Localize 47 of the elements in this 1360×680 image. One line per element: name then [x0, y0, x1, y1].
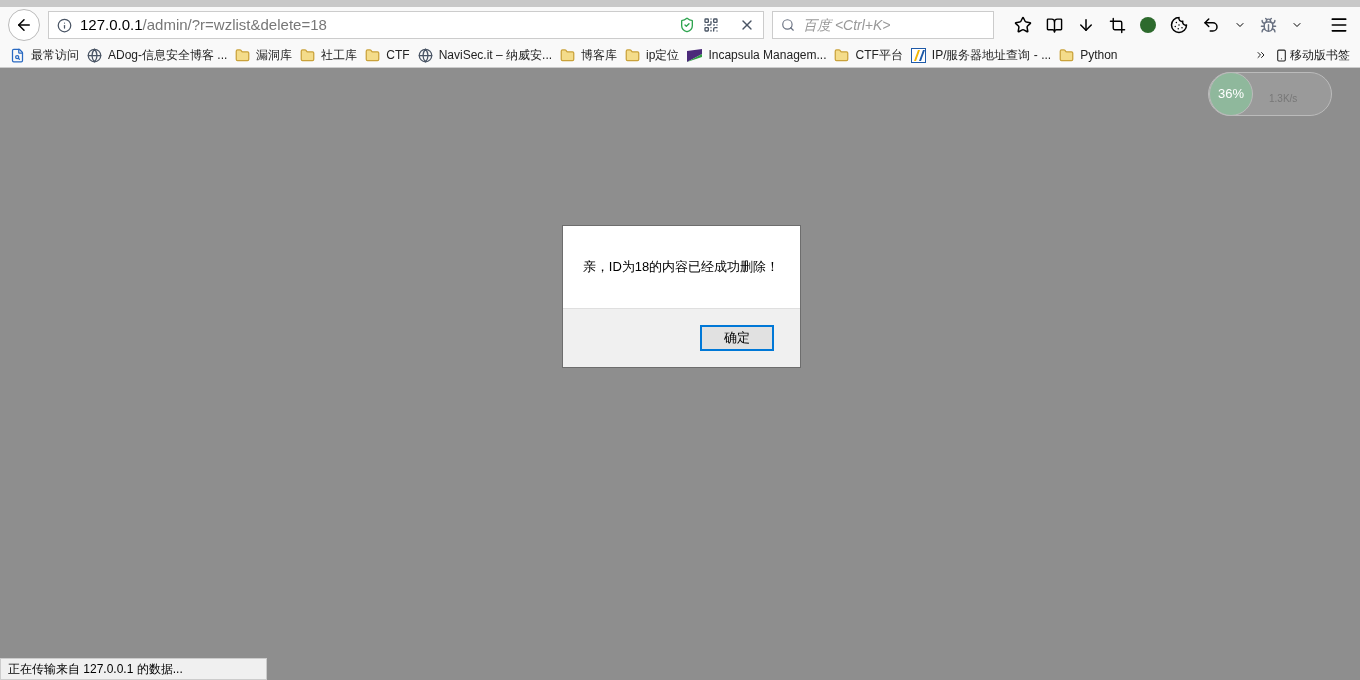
bookmark-link[interactable]: 社工库 — [321, 46, 358, 64]
folder-icon — [834, 47, 850, 63]
status-bar: 正在传输来自 127.0.0.1 的数据... — [0, 658, 267, 680]
bookmark-link[interactable]: Python — [1080, 46, 1118, 64]
address-bar[interactable]: 127.0.0.1/admin/?r=wzlist&delete=18 — [48, 11, 764, 39]
bookmark-link[interactable]: NaviSec.it – 纳威安... — [438, 46, 553, 64]
bookmark-link[interactable]: CTF平台 — [855, 46, 903, 64]
tile-icon — [910, 47, 926, 63]
bookmark-link[interactable]: 博客库 — [581, 46, 618, 64]
globe-icon — [87, 47, 102, 63]
shield-icon[interactable] — [679, 17, 695, 33]
bookmark-link[interactable]: 漏洞库 — [256, 46, 293, 64]
folder-icon — [625, 47, 641, 63]
bookmark-star-icon[interactable] — [1014, 16, 1032, 34]
crop-icon[interactable] — [1109, 16, 1126, 34]
menu-icon[interactable] — [1329, 15, 1349, 35]
bookmark-link[interactable]: IP/服务器地址查询 - ... — [931, 46, 1052, 64]
globe-icon — [417, 47, 433, 63]
undo-icon[interactable] — [1202, 16, 1220, 34]
qr-code-icon[interactable] — [703, 17, 719, 33]
phone-icon — [1275, 48, 1288, 62]
site-icon — [687, 48, 703, 62]
folder-icon — [1059, 47, 1075, 63]
search-field[interactable]: 百度 <Ctrl+K> — [772, 11, 994, 39]
folder-icon — [235, 47, 251, 63]
ok-button[interactable]: 确定 — [699, 325, 774, 351]
page-icon — [10, 47, 25, 63]
bookmark-link[interactable]: ADog-信息安全博客 ... — [108, 46, 228, 64]
bookmark-link[interactable]: 最常访问 — [31, 46, 79, 64]
mobile-bookmarks-link[interactable]: 移动版书签 — [1290, 46, 1350, 64]
bookmark-link[interactable]: ip定位 — [646, 46, 680, 64]
bookmark-link[interactable]: Incapsula Managem... — [708, 46, 827, 64]
folder-icon — [560, 47, 576, 63]
reader-icon[interactable] — [1046, 16, 1063, 34]
folder-icon — [300, 47, 316, 63]
dialog-message: 亲，ID为18的内容已经成功删除！ — [582, 258, 780, 277]
more-bookmarks-icon[interactable] — [1255, 49, 1267, 61]
search-input[interactable]: 百度 <Ctrl+K> — [803, 14, 985, 36]
info-icon[interactable] — [57, 17, 72, 33]
bookmark-link[interactable]: CTF — [386, 46, 410, 64]
folder-icon — [365, 47, 381, 63]
cookie-icon[interactable] — [1170, 16, 1188, 34]
search-icon — [781, 18, 795, 32]
url-text: 127.0.0.1/admin/?r=wzlist&delete=18 — [80, 14, 328, 35]
back-button[interactable] — [8, 9, 40, 41]
bug-icon[interactable] — [1260, 16, 1277, 34]
download-icon[interactable] — [1077, 16, 1095, 34]
